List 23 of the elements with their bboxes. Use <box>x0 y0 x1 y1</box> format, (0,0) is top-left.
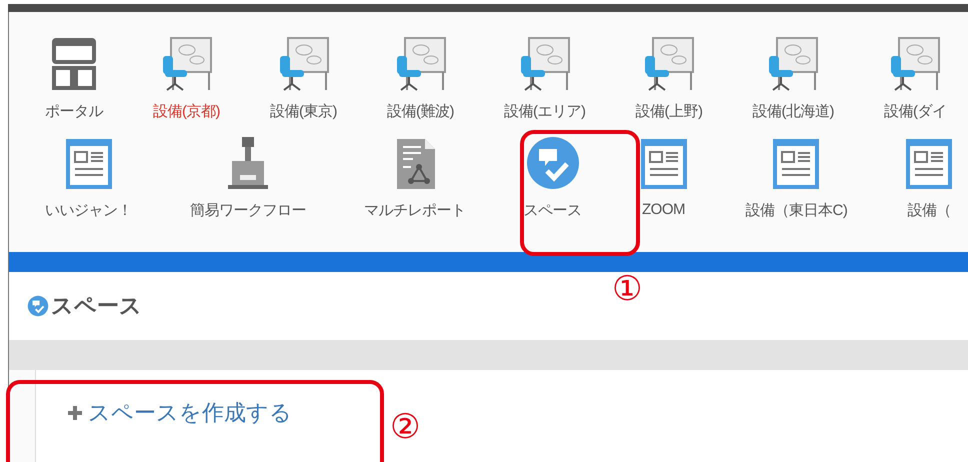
launcher-item[interactable]: 設備(難波) <box>387 102 454 121</box>
annotation-number: ① <box>612 272 642 306</box>
launcher-item[interactable]: 設備(京都) <box>153 102 220 121</box>
launcher-item[interactable]: いいジャン！ <box>45 201 132 220</box>
launcher-item[interactable]: 設備(エリア) <box>504 102 586 121</box>
launcher-item[interactable]: 簡易ワークフロー <box>190 201 306 220</box>
launcher-item[interactable]: 設備(東京) <box>270 102 337 121</box>
launcher-item[interactable]: マルチレポート <box>364 201 466 220</box>
launcher-item[interactable]: ポータル <box>45 102 103 121</box>
space-icon <box>524 135 580 191</box>
launcher-item[interactable]: ZOOM <box>642 201 685 218</box>
create-space-link[interactable]: スペースを作成する <box>66 398 292 428</box>
launcher-item[interactable]: 設備(上野) <box>636 102 702 121</box>
plus-icon <box>66 404 84 422</box>
page-title: スペース <box>51 292 142 320</box>
launcher-item[interactable]: 設備(ダイ <box>884 102 946 121</box>
annotation-number: ② <box>390 410 420 444</box>
space-icon <box>27 295 49 317</box>
launcher-item[interactable]: 設備(北海道) <box>752 102 834 121</box>
launcher-item[interactable]: 設備（ <box>908 201 952 220</box>
layout-icon <box>52 36 96 92</box>
launcher-item[interactable]: 設備（東日本C) <box>746 201 848 220</box>
launcher-item[interactable]: スペース <box>524 201 582 220</box>
